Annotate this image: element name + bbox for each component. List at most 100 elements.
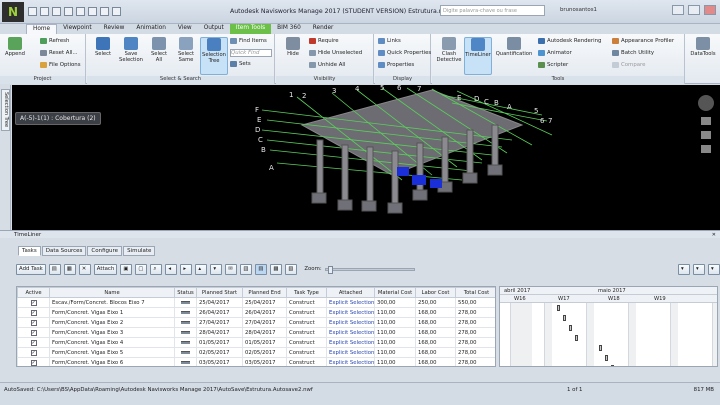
planned-end[interactable]: 01/05/2017: [242, 337, 287, 348]
material-cost[interactable]: 110,00: [374, 337, 416, 348]
save-icon[interactable]: [52, 7, 61, 16]
refresh-button[interactable]: Refresh: [40, 38, 69, 44]
planned-end[interactable]: 03/05/2017: [242, 357, 287, 366]
task-type[interactable]: Construct: [286, 337, 327, 348]
new-icon[interactable]: [28, 7, 37, 16]
table-row[interactable]: ✓ Form/Concret. Vigas Eixo 4 01/05/2017 01/…: [17, 337, 495, 348]
indent-left-icon[interactable]: ◂: [165, 263, 178, 275]
zoom-icon[interactable]: [701, 145, 711, 153]
table-row[interactable]: ✓ Escav./Form/Concret. Blocos Eixo 7 25/04…: [17, 297, 495, 308]
planned-start[interactable]: 27/04/2017: [196, 317, 243, 328]
task-name[interactable]: Form/Concret. Vigas Eixo 6: [49, 357, 175, 366]
tab-viewpoint[interactable]: Viewpoint: [57, 24, 98, 34]
close-button[interactable]: [704, 5, 716, 15]
save-selection-button[interactable]: Save Selection: [117, 37, 145, 63]
properties-button[interactable]: Properties: [378, 62, 414, 68]
labor-cost[interactable]: 168,00: [415, 337, 456, 348]
planned-end[interactable]: 27/04/2017: [242, 317, 287, 328]
scripter-button[interactable]: Scripter: [538, 62, 568, 68]
minimize-button[interactable]: [672, 5, 684, 15]
total-cost[interactable]: 278,00: [455, 347, 495, 358]
gantt-bar[interactable]: [611, 365, 614, 366]
find-items-icon[interactable]: ⌕: [150, 263, 163, 275]
links-button[interactable]: Links: [378, 38, 401, 44]
planned-end[interactable]: 02/05/2017: [242, 347, 287, 358]
panel-close-icon[interactable]: ✕: [712, 231, 716, 239]
gantt-chart[interactable]: abril 2017 maio 2017 W16 W17 W18 W19: [499, 286, 718, 367]
attached[interactable]: Explicit Selection: [326, 357, 375, 366]
table-row[interactable]: ✓ Form/Concret. Vigas Eixo 2 27/04/2017 27/…: [17, 317, 495, 328]
tab-item-tools[interactable]: Item Tools: [229, 24, 272, 34]
undo-icon[interactable]: [76, 7, 85, 16]
col-planned-end[interactable]: Planned End: [242, 287, 287, 298]
view-grid-icon[interactable]: ▦: [270, 263, 283, 275]
col-attached[interactable]: Attached: [326, 287, 375, 298]
active-checkbox[interactable]: ✓: [30, 329, 37, 336]
table-row[interactable]: ✓ Form/Concret. Vigas Eixo 3 28/04/2017 28/…: [17, 327, 495, 338]
attached[interactable]: Explicit Selection: [326, 307, 375, 318]
col-labor-cost[interactable]: Labor Cost: [415, 287, 456, 298]
task-type[interactable]: Construct: [286, 327, 327, 338]
user-account[interactable]: brunosantos1: [560, 7, 597, 13]
task-type[interactable]: Construct: [286, 347, 327, 358]
select-icon[interactable]: [100, 7, 109, 16]
pan-icon[interactable]: [701, 131, 711, 139]
planned-start[interactable]: 02/05/2017: [196, 347, 243, 358]
material-cost[interactable]: 110,00: [374, 327, 416, 338]
hide-unselected-button[interactable]: Hide Unselected: [309, 50, 362, 56]
active-checkbox[interactable]: ✓: [30, 349, 37, 356]
viewcube-icon[interactable]: [698, 95, 714, 111]
col-material-cost[interactable]: Material Cost: [374, 287, 416, 298]
labor-cost[interactable]: 168,00: [415, 317, 456, 328]
col-active[interactable]: Active: [17, 287, 50, 298]
task-name[interactable]: Form/Concret. Vigas Eixo 1: [49, 307, 175, 318]
autodesk-rendering-button[interactable]: Autodesk Rendering: [538, 38, 601, 44]
planned-end[interactable]: 28/04/2017: [242, 327, 287, 338]
quick-properties-button[interactable]: Quick Properties: [378, 50, 431, 56]
table-row[interactable]: ✓ Form/Concret. Vigas Eixo 1 26/04/2017 26/…: [17, 307, 495, 318]
app-logo[interactable]: N: [2, 2, 24, 22]
total-cost[interactable]: 278,00: [455, 307, 495, 318]
attached[interactable]: Explicit Selection: [326, 347, 375, 358]
gantt-bar[interactable]: [599, 345, 602, 351]
attached[interactable]: Explicit Selection: [326, 297, 375, 308]
find-items-button[interactable]: Find Items: [230, 38, 267, 44]
gantt-bar[interactable]: [605, 355, 608, 361]
columns-icon[interactable]: ▥: [240, 263, 253, 275]
planned-start[interactable]: 03/05/2017: [196, 357, 243, 366]
refresh-icon[interactable]: [112, 7, 121, 16]
selection-tree-side-tab[interactable]: Selection Tree: [1, 89, 10, 131]
append-button[interactable]: Append: [4, 37, 26, 57]
col-status[interactable]: Status: [174, 287, 197, 298]
gantt-bar[interactable]: [575, 335, 578, 341]
appearance-profiler-button[interactable]: Appearance Profiler: [612, 38, 674, 44]
move-down-icon[interactable]: ▾: [210, 263, 223, 275]
table-row[interactable]: ✓ Form/Concret. Vigas Eixo 6 03/05/2017 03/…: [17, 357, 495, 366]
file-options-button[interactable]: File Options: [40, 62, 81, 68]
maximize-button[interactable]: [688, 5, 700, 15]
material-cost[interactable]: 300,00: [374, 297, 416, 308]
planned-end[interactable]: 25/04/2017: [242, 297, 287, 308]
attached[interactable]: Explicit Selection: [326, 317, 375, 328]
task-type[interactable]: Construct: [286, 307, 327, 318]
material-cost[interactable]: 110,00: [374, 317, 416, 328]
search-input[interactable]: Digite palavra-chave ou frase: [440, 5, 545, 16]
selection-tree-button[interactable]: Selection Tree: [200, 37, 228, 75]
attach-button[interactable]: Attach: [93, 263, 118, 275]
clash-detective-button[interactable]: Clash Detective: [435, 37, 463, 63]
attached[interactable]: Explicit Selection: [326, 337, 375, 348]
tab-view[interactable]: View: [172, 24, 198, 34]
labor-cost[interactable]: 168,00: [415, 357, 456, 366]
material-cost[interactable]: 110,00: [374, 347, 416, 358]
select-all-button[interactable]: Select All: [147, 37, 171, 63]
zoom-slider[interactable]: [324, 265, 415, 274]
tab-animation[interactable]: Animation: [130, 24, 172, 34]
gantt-bar[interactable]: [563, 315, 566, 321]
labor-cost[interactable]: 168,00: [415, 347, 456, 358]
datatools-button[interactable]: DataTools: [688, 37, 718, 57]
view-grid-gantt-icon[interactable]: ▤: [255, 263, 268, 275]
3d-viewport[interactable]: F E D C B A 1 2 3 4 5 6 7 E D C B A 5 6 …: [12, 85, 720, 230]
tab-review[interactable]: Review: [98, 24, 131, 34]
total-cost[interactable]: 278,00: [455, 317, 495, 328]
move-up-icon[interactable]: ▴: [195, 263, 208, 275]
